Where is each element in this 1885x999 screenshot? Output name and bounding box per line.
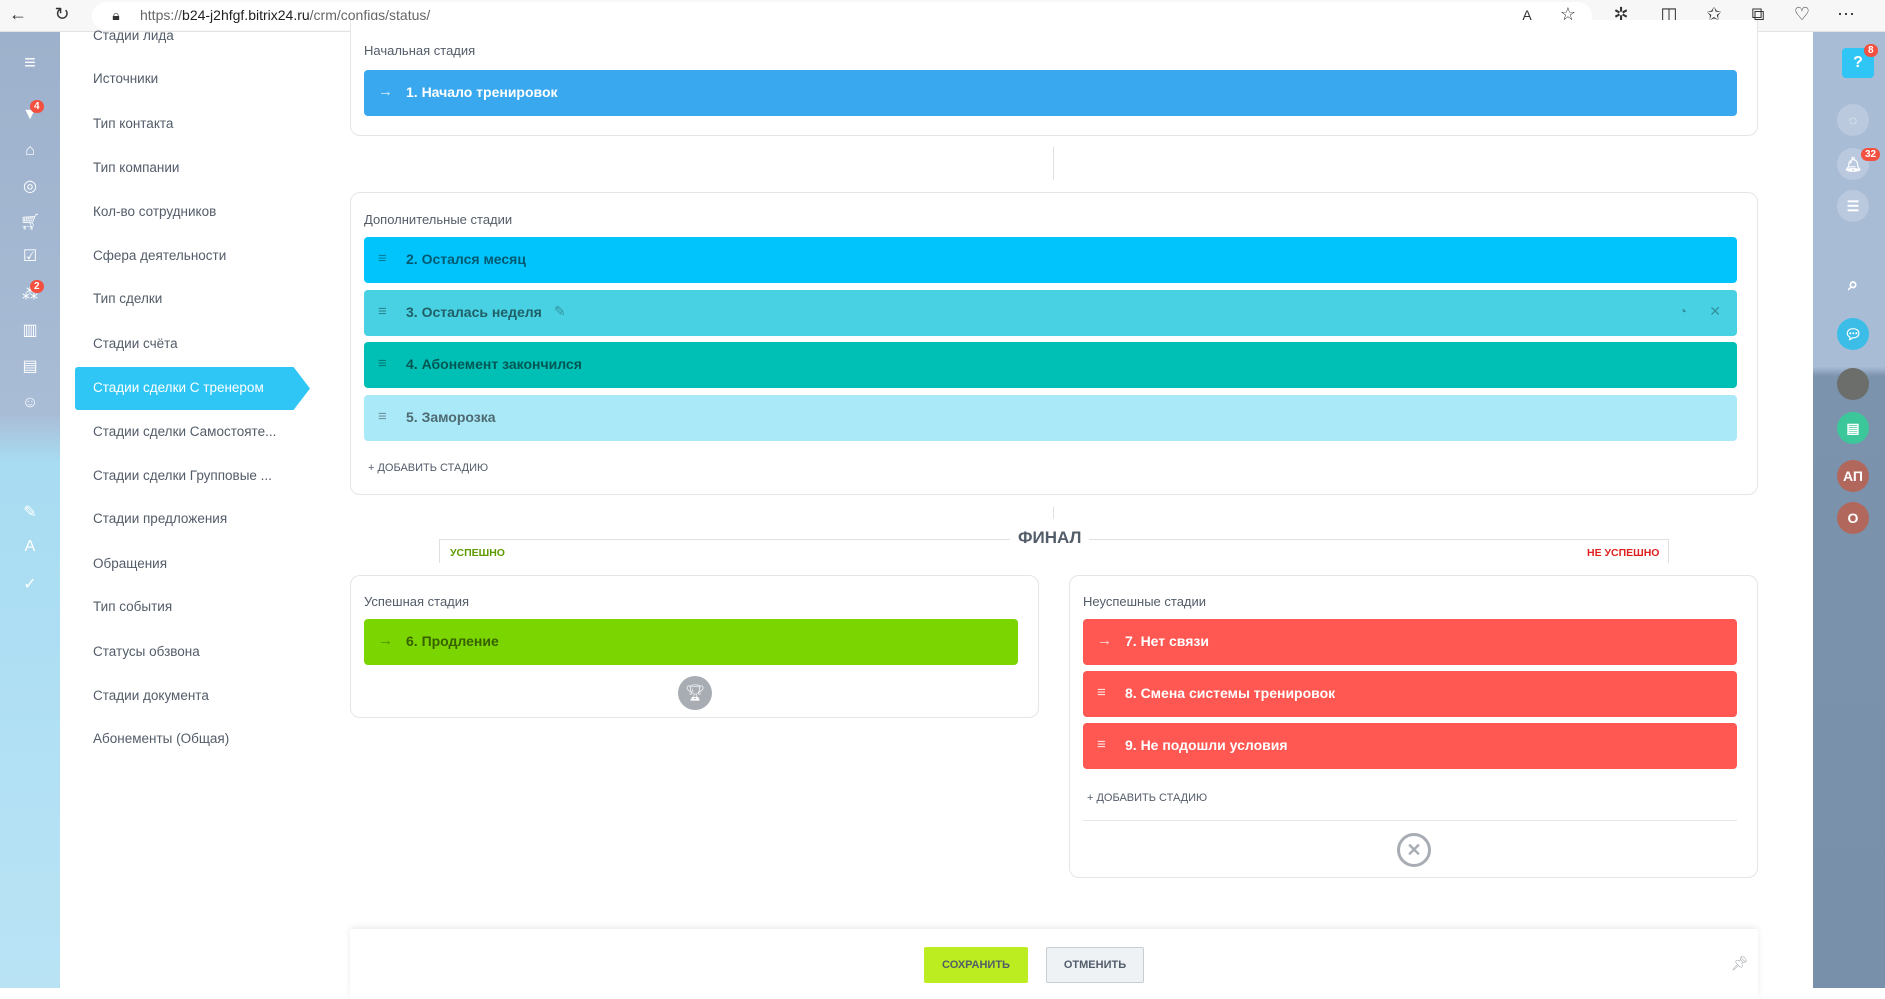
drag-handle-icon[interactable]: ≡ [1097,684,1106,701]
more-icon[interactable]: ⋯ [1834,4,1858,25]
arrow-right-icon: → [1097,632,1112,649]
extra-stages-label: Дополнительные стадии [364,212,513,227]
nav-item[interactable]: Стадии счёта [93,336,178,351]
stage-name: 1. Начало тренировок [406,84,558,100]
stage-name: 6. Продление [406,633,499,649]
news-icon[interactable]: ▤ [1837,412,1869,444]
nav-item[interactable]: Стадии лида [93,28,174,43]
health-icon[interactable]: ♡ [1790,4,1814,25]
nav-item[interactable]: Стадии документа [93,688,209,703]
nav-item[interactable]: Тип сделки [93,291,162,306]
divider [1083,820,1737,821]
stage-name: 7. Нет связи [1125,633,1209,649]
stage-name: 8. Смена системы тренировок [1125,685,1336,701]
cart-icon[interactable]: 🛒︎ [18,212,42,232]
building-icon[interactable]: ⌂ [18,142,42,160]
stage-name: 5. Заморозка [406,408,496,425]
notification-badge: 32 [1861,148,1881,161]
add-stage-button[interactable]: + Добавить стадию [368,462,488,474]
nav-item[interactable]: Статусы обзвона [93,644,200,659]
drag-handle-icon[interactable]: ≡ [378,408,387,425]
analytics-icon[interactable]: ▥ [18,320,42,340]
user-avatar[interactable] [1837,368,1869,400]
drag-handle-icon[interactable]: ≡ [378,250,387,267]
lock-icon[interactable]: 🔒︎ [104,7,128,24]
connector-line [1053,507,1054,519]
stage-item[interactable]: ≡ 8. Смена системы тренировок [1083,671,1737,717]
nav-item[interactable]: Стадии предложения [93,511,227,526]
trophy-icon: 🏆︎ [678,676,712,710]
font-icon[interactable]: A [18,538,42,556]
stage-initial[interactable]: → 1. Начало тренировок [364,70,1737,116]
success-stage-label: Успешная стадия [364,594,470,609]
initial-stage-label: Начальная стадия [364,43,476,58]
nav-item[interactable]: Стадии сделки Групповые ... [93,468,272,483]
check-icon[interactable]: ✓ [18,574,42,594]
final-title: ФИНАЛ [1010,528,1090,548]
chat-list-icon[interactable]: ☰ [1837,190,1869,222]
stage-item[interactable]: ≡ 5. Заморозка [364,394,1737,441]
nav-item[interactable]: Кол-во сотрудников [93,204,216,219]
tasks-icon[interactable]: ☑ [18,246,42,266]
left-menu-bar: ≡ ▼ 4 ⌂ ◎ 🛒︎ ☑ ⁂ 2 ▥ ▤ ☺ ✎ A ✓ [0,32,60,988]
stage-item[interactable]: ≡ 2. Остался месяц [364,237,1737,283]
drag-handle-icon[interactable]: ≡ [378,303,387,320]
contacts-icon[interactable]: ▤ [18,356,42,376]
connector-line [1053,147,1054,180]
stage-name: 4. Абонемент закончился [406,356,582,372]
signature-icon[interactable]: ✎ [18,502,42,522]
fail-x-icon: ✕ [1397,833,1431,867]
fail-tag: НЕ УСПЕШНО [1587,547,1660,559]
copilot-icon[interactable]: ◌ [1837,104,1869,136]
stage-name: 9. Не подошли условия [1125,737,1288,753]
nav-item[interactable]: Тип события [93,599,172,614]
right-panel: ? 8 ◌ 🔔︎ 32 ☰ ⌕ 💬︎ ▤ АП О [1813,32,1885,988]
search-icon[interactable]: ⌕ [1837,268,1869,300]
connections-badge: 2 [30,280,44,293]
avatar-o[interactable]: О [1837,502,1869,534]
arrow-right-icon: → [378,83,393,100]
avatar-ap[interactable]: АП [1837,460,1869,492]
drag-handle-icon[interactable]: ≡ [1097,736,1106,753]
nav-item[interactable]: Стадии сделки Самостояте... [93,424,276,439]
crm-badge: 4 [30,100,44,113]
nav-item[interactable]: Тип контакта [93,116,173,131]
nav-item[interactable]: Абонементы (Общая) [93,731,229,746]
target-icon[interactable]: ◎ [18,176,42,196]
stage-success[interactable]: → 6. Продление [364,619,1018,665]
stage-item[interactable]: → 7. Нет связи [1083,619,1737,665]
add-fail-stage-button[interactable]: + Добавить стадию [1087,792,1207,804]
settings-nav [60,32,350,988]
pin-icon[interactable]: 📌︎ [1731,955,1749,972]
stage-name: 3. Осталась неделя [406,303,542,320]
nav-item-active[interactable]: Стадии сделки С тренером [75,367,310,410]
reload-icon[interactable]: ↻ [50,4,74,25]
back-icon[interactable]: ← [6,4,30,25]
color-picker-icon[interactable]: ◔ [1679,303,1687,319]
nav-item[interactable]: Обращения [93,556,167,571]
success-tag: УСПЕШНО [450,547,505,559]
menu-icon[interactable]: ≡ [18,52,42,75]
arrow-right-icon: → [378,632,393,649]
save-button[interactable]: Сохранить [924,947,1028,983]
stage-item[interactable]: ≡ 4. Абонемент закончился [364,342,1737,388]
nav-item[interactable]: Сфера деятельности [93,248,226,263]
cancel-button[interactable]: Отменить [1046,947,1144,983]
help-badge: 8 [1864,44,1878,57]
edit-icon[interactable]: ✎ [554,303,566,320]
stage-item[interactable]: ≡ 9. Не подошли условия [1083,723,1737,769]
nav-item[interactable]: Тип компании [93,160,179,175]
stage-item[interactable]: ≡ 3. Осталась неделя ✎ ◔ ✕ [364,289,1737,336]
fail-stages-label: Неуспешные стадии [1083,594,1207,609]
messenger-icon[interactable]: 💬︎ [1837,318,1869,350]
delete-icon[interactable]: ✕ [1709,303,1721,320]
stage-name: 2. Остался месяц [406,251,526,267]
robot-icon[interactable]: ☺ [18,394,42,412]
nav-item-label: Стадии сделки С тренером [93,380,264,395]
nav-item[interactable]: Источники [93,71,158,86]
drag-handle-icon[interactable]: ≡ [378,355,387,372]
